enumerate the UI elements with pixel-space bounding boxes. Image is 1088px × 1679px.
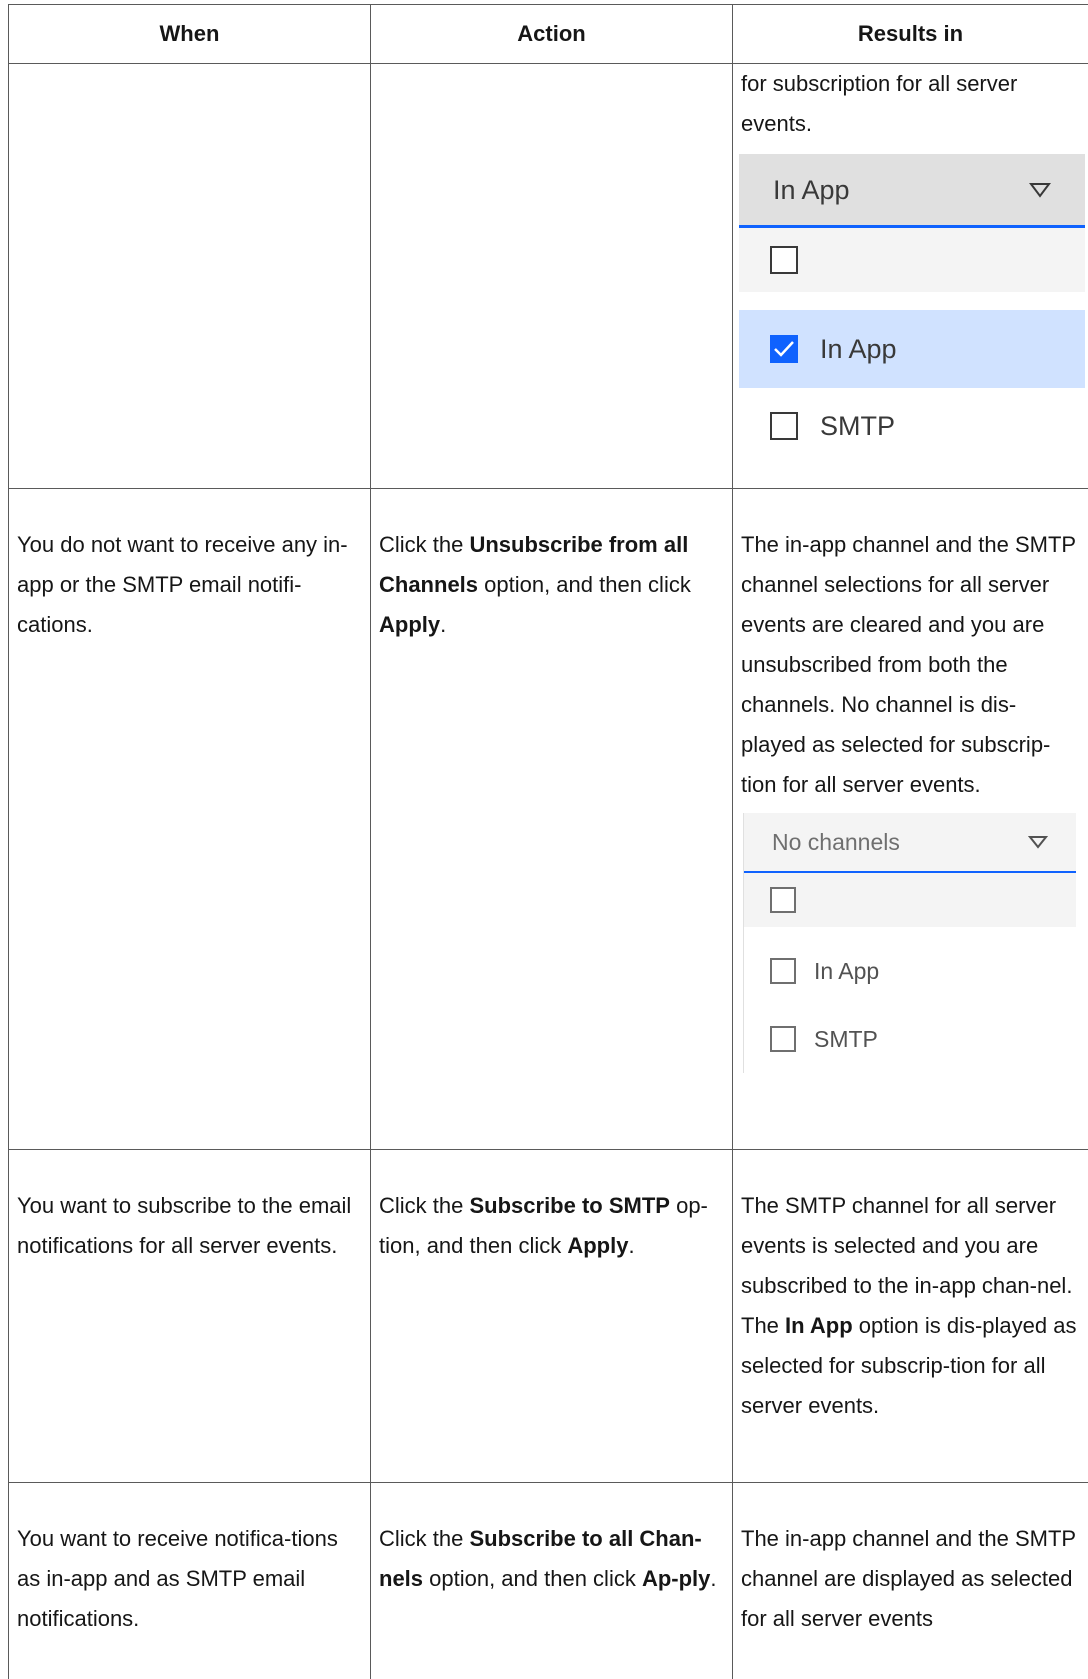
dropdown-selected-label: No channels [772, 822, 900, 862]
option-name: In App [785, 1313, 853, 1338]
option-label: SMTP [820, 406, 895, 446]
select-all-checkbox[interactable] [770, 887, 796, 913]
when-text: You do not want to receive any in-app or… [17, 525, 362, 645]
header-row: When Action Results in [9, 5, 1088, 64]
when-cell: You do not want to receive any in-app or… [9, 489, 371, 1150]
option-in-app[interactable]: In App [744, 937, 1076, 1005]
text-segment: Click the [379, 1193, 469, 1218]
action-text: Click the Subscribe to SMTP op-tion, and… [379, 1186, 724, 1266]
text-segment: . [440, 612, 446, 637]
results-text: The in-app channel and the SMTP channel … [741, 525, 1080, 805]
when-cell: You want to receive notifica-tions as in… [9, 1483, 371, 1679]
when-cell [9, 64, 371, 489]
text-segment: . [710, 1566, 716, 1591]
results-text: The SMTP channel for all server events i… [741, 1186, 1080, 1426]
action-cell: Click the Unsubscribe from all Channels … [371, 489, 733, 1150]
when-text: You want to receive notifica-tions as in… [17, 1519, 362, 1639]
select-all-option[interactable] [739, 228, 1085, 292]
option-smtp[interactable]: SMTP [744, 1005, 1076, 1073]
table-row: You want to subscribe to the email notif… [9, 1150, 1088, 1483]
option-in-app[interactable]: In App [739, 310, 1085, 388]
option-name: Subscribe to SMTP [469, 1193, 669, 1218]
results-cell: for subscription for all server events. … [733, 64, 1088, 489]
text-segment: option, and then click [478, 572, 691, 597]
action-text: Click the Unsubscribe from all Channels … [379, 525, 724, 645]
select-all-checkbox[interactable] [770, 246, 798, 274]
text-segment: Click the [379, 532, 469, 557]
results-text: The in-app channel and the SMTP channel … [741, 1519, 1080, 1639]
option-label: In App [814, 951, 879, 991]
select-all-option[interactable] [744, 873, 1076, 927]
header-action: Action [371, 5, 733, 64]
checkmark-icon [773, 340, 795, 358]
notification-options-table: When Action Results in for subscription … [8, 4, 1088, 1679]
channel-dropdown: In App [739, 154, 1085, 464]
smtp-checkbox[interactable] [770, 1026, 796, 1052]
smtp-checkbox[interactable] [770, 412, 798, 440]
in-app-checkbox[interactable] [770, 958, 796, 984]
list-spacer [739, 292, 1085, 310]
action-cell: Click the Subscribe to all Chan-nels opt… [371, 1483, 733, 1679]
text-segment: . [628, 1233, 634, 1258]
action-cell [371, 64, 733, 489]
table-row: You want to receive notifica-tions as in… [9, 1483, 1088, 1679]
results-cell: The in-app channel and the SMTP channel … [733, 1483, 1088, 1679]
in-app-checkbox[interactable] [770, 335, 798, 363]
apply-label: Apply [379, 612, 440, 637]
action-text: Click the Subscribe to all Chan-nels opt… [379, 1519, 724, 1599]
when-cell: You want to subscribe to the email notif… [9, 1150, 371, 1483]
header-when: When [9, 5, 371, 64]
option-smtp[interactable]: SMTP [739, 388, 1085, 464]
dropdown-selected-label: In App [773, 170, 850, 210]
chevron-down-icon [1029, 182, 1051, 198]
when-text: You want to subscribe to the email notif… [17, 1186, 362, 1266]
list-spacer [744, 927, 1076, 937]
results-cell: The SMTP channel for all server events i… [733, 1150, 1088, 1483]
apply-label: Apply [567, 1233, 628, 1258]
dropdown-field[interactable]: No channels [744, 813, 1076, 873]
option-label: In App [820, 329, 897, 369]
text-segment: option, and then click [423, 1566, 642, 1591]
table-row: You do not want to receive any in-app or… [9, 489, 1088, 1150]
option-label: SMTP [814, 1019, 878, 1059]
apply-label: Ap-ply [642, 1566, 710, 1591]
dropdown-field[interactable]: In App [739, 154, 1085, 228]
results-text: for subscription for all server events. [741, 64, 1080, 144]
action-cell: Click the Subscribe to SMTP op-tion, and… [371, 1150, 733, 1483]
chevron-down-icon [1028, 835, 1048, 849]
table-row: for subscription for all server events. … [9, 64, 1088, 489]
text-segment: Click the [379, 1526, 469, 1551]
channel-dropdown: No channels In App [743, 813, 1076, 1073]
header-results-in: Results in [733, 5, 1088, 64]
results-cell: The in-app channel and the SMTP channel … [733, 489, 1088, 1150]
